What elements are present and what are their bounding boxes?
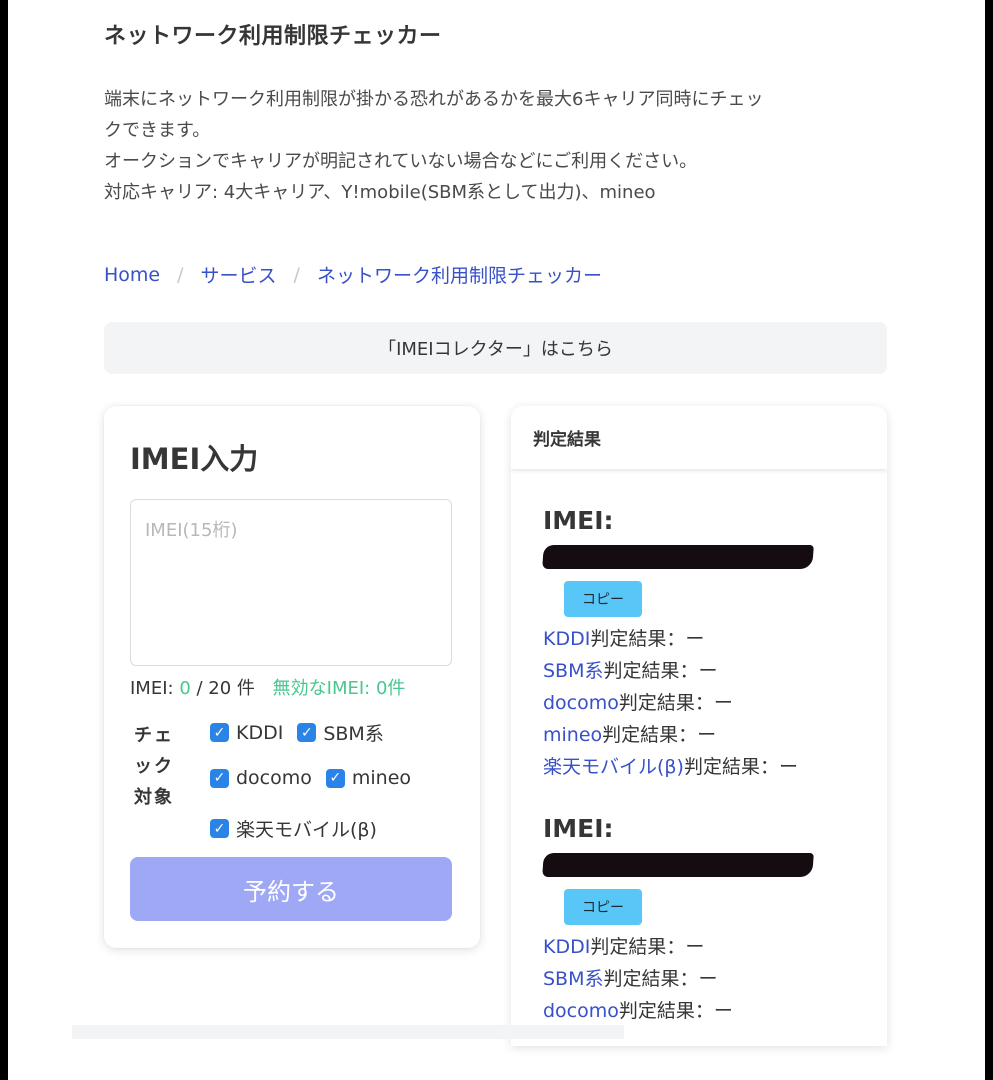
breadcrumb-separator: / — [177, 263, 184, 286]
carrier-name: mineo — [543, 724, 603, 746]
breadcrumb: Home / サービス / ネットワーク利用制限チェッカー — [104, 261, 602, 288]
result-value: 判定結果：ー — [618, 1000, 733, 1022]
carrier-name: SBM系 — [543, 660, 604, 682]
result-line: SBM系判定結果：ー — [543, 655, 813, 687]
checkmark-icon: ✓ — [297, 723, 317, 742]
bottom-strip — [72, 1025, 624, 1039]
carrier-name: KDDI — [543, 936, 591, 958]
result-line: 楽天モバイル(β)判定結果：ー — [543, 751, 813, 783]
invalid-imei-count: 無効なIMEI: 0件 — [272, 678, 406, 699]
copy-button[interactable]: コピー — [564, 581, 642, 617]
result-value: 判定結果：ー — [590, 936, 705, 958]
description-line: クできます。 — [104, 120, 211, 141]
imei-collector-link[interactable]: 「IMEIコレクター」はこちら — [104, 322, 887, 374]
page: ネットワーク利用制限チェッカー 端末にネットワーク利用制限が掛かる恐れがあるかを… — [8, 0, 985, 1080]
checkbox-label: KDDI — [236, 721, 284, 744]
check-target-label: チェック対象 — [134, 725, 174, 808]
checkbox-row: ✓ docomo ✓ mineo — [210, 767, 425, 789]
checkmark-icon: ✓ — [210, 768, 229, 788]
checkbox-sbm[interactable]: ✓ SBM系 — [297, 719, 384, 746]
carrier-name: docomo — [543, 1000, 619, 1022]
checkmark-icon: ✓ — [210, 819, 229, 838]
checkbox-rakuten[interactable]: ✓ 楽天モバイル(β) — [210, 815, 377, 842]
imei-input[interactable] — [130, 499, 452, 666]
carrier-name: docomo — [543, 692, 619, 714]
result-line: mineo判定結果：ー — [543, 719, 813, 751]
result-value: 判定結果：ー — [602, 724, 717, 746]
imei-heading: IMEI: — [543, 506, 614, 535]
result-value: 判定結果：ー — [618, 692, 733, 714]
checkbox-row: ✓ KDDI ✓ SBM系 — [210, 719, 398, 746]
checkbox-label: SBM系 — [323, 723, 384, 745]
checkbox-mineo[interactable]: ✓ mineo — [325, 767, 412, 789]
imei-heading: IMEI: — [543, 814, 614, 843]
checkbox-row: ✓ 楽天モバイル(β) — [210, 815, 391, 842]
carrier-name: 楽天モバイル(β) — [543, 756, 684, 778]
result-line: docomo判定結果：ー — [543, 687, 813, 719]
checkmark-icon: ✓ — [325, 768, 345, 788]
checkbox-label: 楽天モバイル(β) — [236, 819, 377, 841]
result-card: 判定結果 IMEI: コピー KDDI判定結果：ー SBM系判定結果：ー doc… — [511, 406, 887, 1046]
result-list: KDDI判定結果：ー SBM系判定結果：ー docomo判定結果：ー — [543, 931, 813, 1027]
result-line: KDDI判定結果：ー — [543, 623, 813, 655]
imei-counter: IMEI: 0 / 20 件 無効なIMEI: 0件 — [130, 674, 405, 700]
checkbox-kddi[interactable]: ✓ KDDI — [210, 722, 283, 744]
page-title: ネットワーク利用制限チェッカー — [104, 24, 442, 49]
result-card-header: 判定結果 — [511, 406, 887, 469]
result-line: SBM系判定結果：ー — [543, 963, 813, 995]
carrier-name: KDDI — [543, 628, 591, 650]
reserve-button[interactable]: 予約する — [130, 857, 452, 921]
checkbox-label: mineo — [351, 767, 412, 789]
redacted-imei — [542, 853, 814, 877]
checkbox-label: docomo — [236, 767, 312, 789]
result-value: 判定結果：ー — [683, 756, 798, 778]
counter-count: 0 — [179, 678, 191, 699]
carrier-name: SBM系 — [543, 968, 604, 990]
result-list: KDDI判定結果：ー SBM系判定結果：ー docomo判定結果：ー mineo… — [543, 623, 813, 783]
description-line: オークションでキャリアが明記されていない場合などにご利用ください。 — [104, 151, 698, 172]
breadcrumb-services[interactable]: サービス — [201, 261, 277, 288]
result-line: docomo判定結果：ー — [543, 995, 813, 1027]
result-value: 判定結果：ー — [603, 660, 718, 682]
result-entry: IMEI: コピー KDDI判定結果：ー SBM系判定結果：ー docomo判定… — [542, 814, 814, 1027]
redacted-imei — [542, 545, 814, 569]
result-value: 判定結果：ー — [603, 968, 718, 990]
result-line: KDDI判定結果：ー — [543, 931, 813, 963]
counter-suffix: / 20 件 — [190, 678, 255, 699]
checkmark-icon: ✓ — [210, 723, 229, 742]
page-description: 端末にネットワーク利用制限が掛かる恐れがあるかを最大6キャリア同時にチェッ クで… — [104, 84, 894, 208]
input-card-title: IMEI入力 — [130, 442, 259, 476]
breadcrumb-separator: / — [293, 263, 300, 286]
result-entry: IMEI: コピー KDDI判定結果：ー SBM系判定結果：ー docomo判定… — [542, 506, 814, 783]
breadcrumb-current[interactable]: ネットワーク利用制限チェッカー — [317, 261, 602, 288]
result-value: 判定結果：ー — [590, 628, 705, 650]
copy-button[interactable]: コピー — [564, 889, 642, 925]
counter-prefix: IMEI: — [130, 678, 180, 699]
breadcrumb-home[interactable]: Home — [104, 264, 160, 286]
checkbox-docomo[interactable]: ✓ docomo — [210, 767, 312, 789]
imei-input-card: IMEI入力 IMEI: 0 / 20 件 無効なIMEI: 0件 チェック対象… — [104, 406, 480, 948]
description-line: 端末にネットワーク利用制限が掛かる恐れがあるかを最大6キャリア同時にチェッ — [104, 89, 764, 110]
description-line: 対応キャリア: 4大キャリア、Y!mobile(SBM系として出力)、mineo — [104, 182, 656, 203]
